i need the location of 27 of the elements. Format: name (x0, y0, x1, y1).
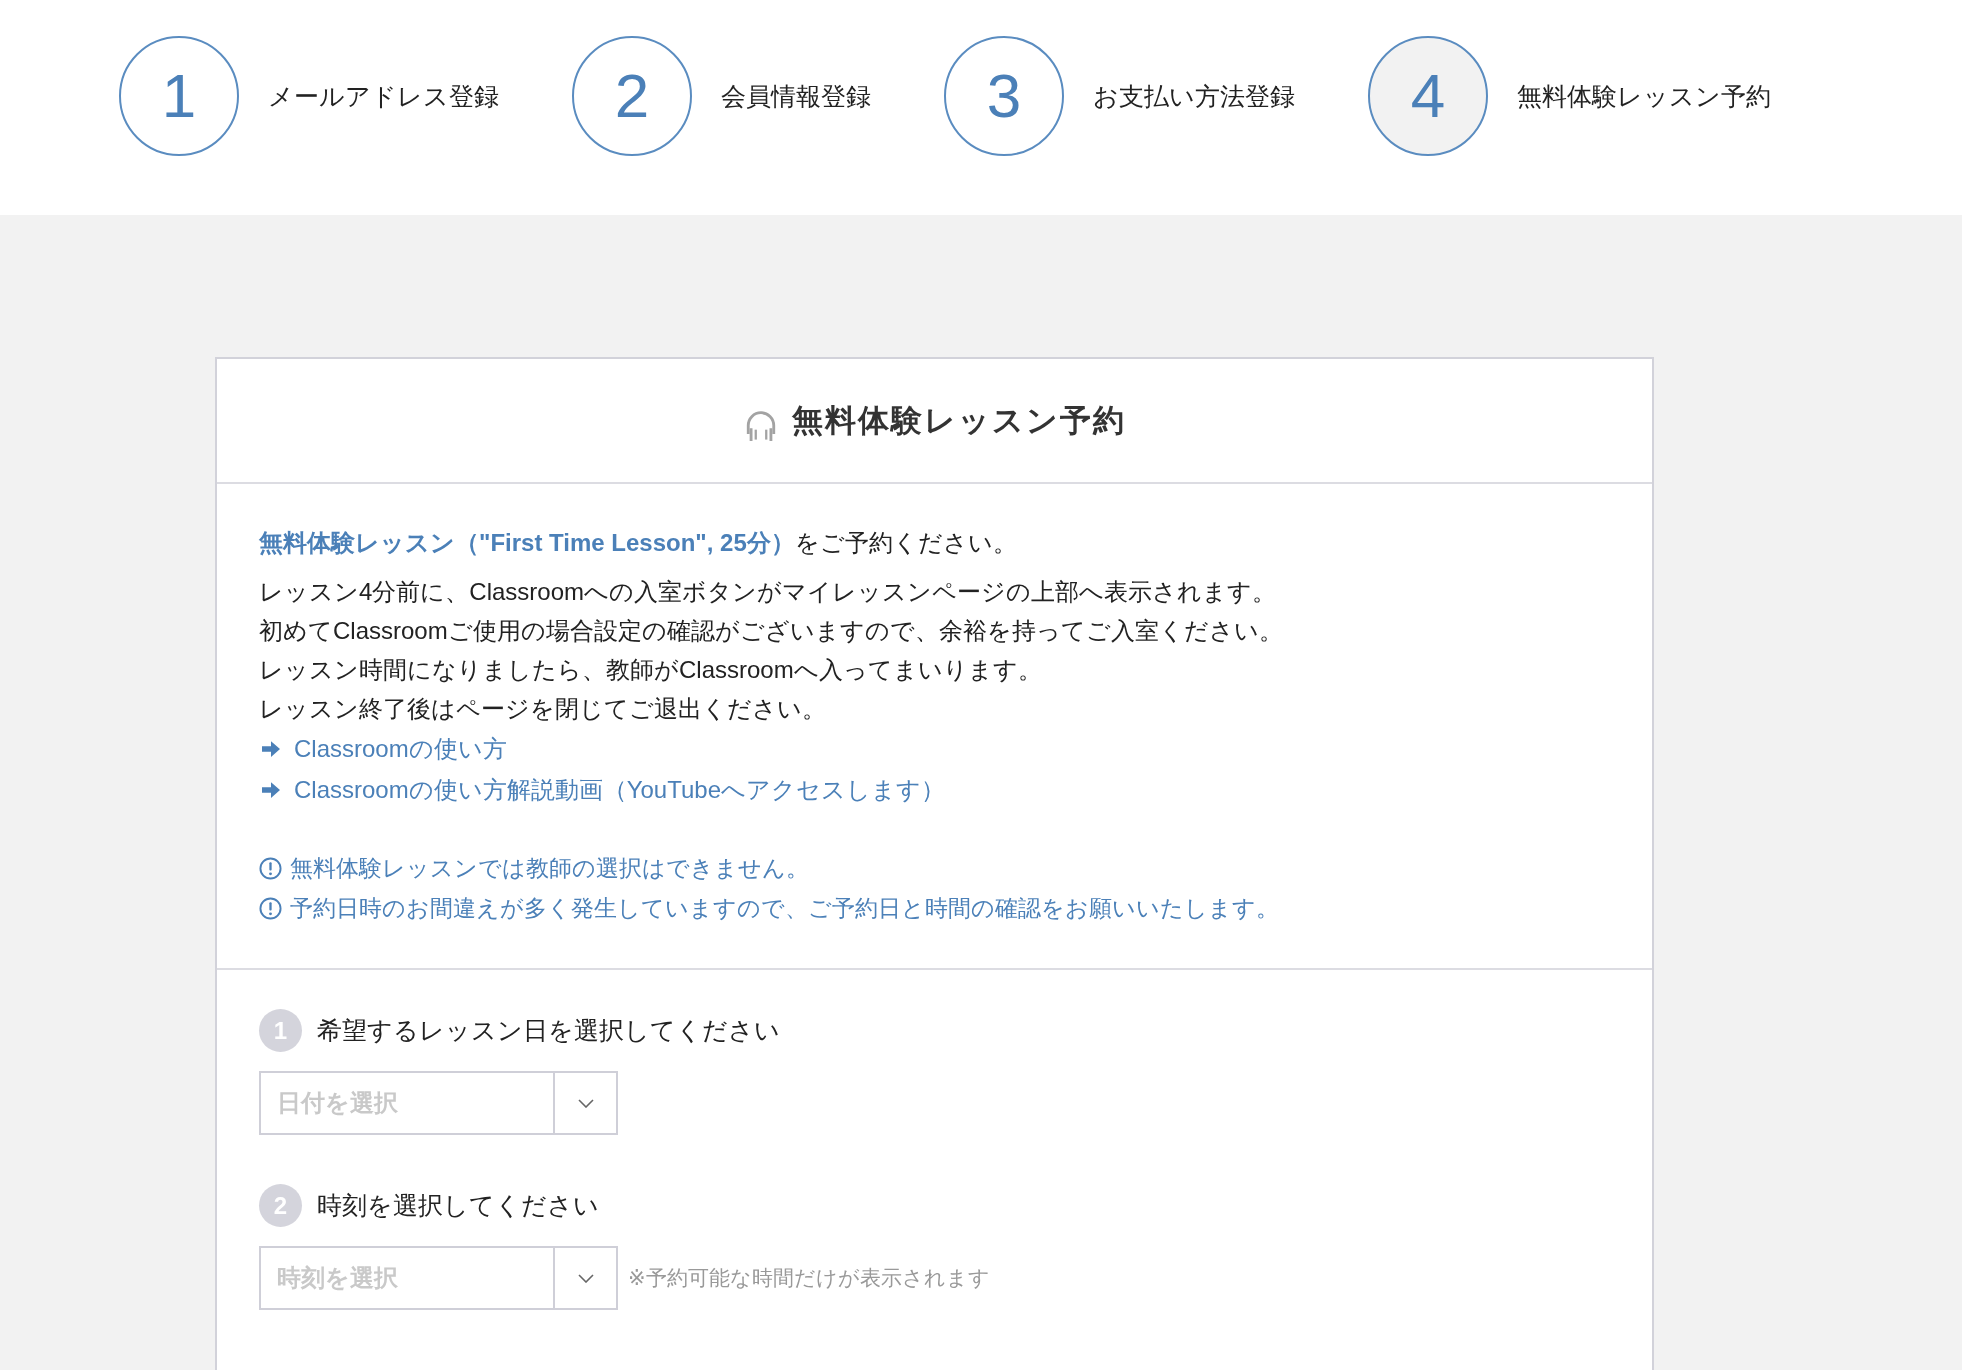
body-text: レッスン時間になりましたら、教師がClassroomへ入ってまいります。 (259, 655, 1043, 685)
step-number: 1 (119, 36, 239, 156)
step-label: 会員情報登録 (721, 80, 871, 112)
intro-text: 無料体験レッスン（"First Time Lesson", 25分）をご予約ください。 (259, 528, 1018, 558)
body-text: レッスン4分前に、Classroomへの入室ボタンがマイレッスンページの上部へ表示されます。 (259, 577, 1278, 607)
exclamation-circle-icon (259, 856, 282, 880)
notice-text: 無料体験レッスンでは教師の選択はできません。 (290, 853, 809, 883)
link[interactable]: Classroomの使い方 (294, 732, 507, 765)
step-number: 3 (944, 36, 1064, 156)
exclamation-circle-icon (259, 896, 282, 920)
link[interactable]: Classroomの使い方解説動画（YouTubeへアクセスします） (294, 773, 945, 806)
step-number: 4 (1368, 36, 1488, 156)
body-text: 初めてClassroomご使用の場合設定の確認がございますので、余裕を持ってご入室ください。 (259, 616, 1284, 646)
chevron-down-icon (577, 1098, 594, 1108)
step-label: 無料体験レッスン予約 (1517, 80, 1771, 112)
field-label: 時刻を選択してください (317, 1190, 599, 1221)
chevron-down-icon (577, 1273, 594, 1283)
notice-text: 予約日時のお間違えが多く発生していますので、ご予約日と時間の確認をお願いいたします。 (290, 893, 1279, 923)
arrow-right-icon (262, 781, 280, 798)
card-title: 無料体験レッスン予約 (791, 401, 1126, 440)
step-number: 2 (572, 36, 692, 156)
hint-text: ※予約可能な時間だけが表示されます (628, 1265, 990, 1291)
step-label: メールアドレス登録 (268, 80, 499, 112)
arrow-right-icon (262, 740, 280, 757)
field-label: 希望するレッスン日を選択してください (317, 1015, 780, 1046)
body-text: レッスン終了後はページを閉じてご退出ください。 (259, 694, 827, 724)
step-label: お支払い方法登録 (1093, 80, 1295, 112)
